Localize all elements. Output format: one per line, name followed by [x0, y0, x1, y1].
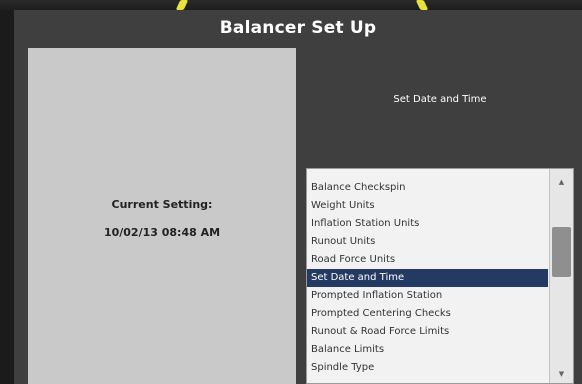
balancer-setup-window: Balancer Set Up Current Setting: 10/02/1… [14, 10, 582, 384]
settings-list-items: Balance Checkspin Weight Units Inflation… [307, 179, 548, 377]
list-item-balance-limits[interactable]: Balance Limits [307, 341, 548, 359]
settings-list-scrollbar[interactable]: ▲ ▼ [549, 169, 573, 383]
list-item-weight-units[interactable]: Weight Units [307, 197, 548, 215]
selected-setting-heading: Set Date and Time [393, 94, 487, 105]
window-title: Balancer Set Up [219, 18, 377, 38]
list-item-prompted-centering-checks[interactable]: Prompted Centering Checks [307, 305, 548, 323]
scrollbar-thumb[interactable] [552, 227, 571, 277]
list-item-inflation-station-units[interactable]: Inflation Station Units [307, 215, 548, 233]
current-setting-label: Current Setting: [111, 198, 213, 211]
list-item-spindle-type[interactable]: Spindle Type [307, 359, 548, 377]
current-setting-panel: Current Setting: 10/02/13 08:48 AM [28, 48, 296, 384]
chevron-down-icon[interactable]: ▼ [550, 367, 573, 381]
list-item-road-force-units[interactable]: Road Force Units [307, 251, 548, 269]
settings-list[interactable]: Balance Checkspin Weight Units Inflation… [306, 168, 574, 384]
list-item-runout-units[interactable]: Runout Units [307, 233, 548, 251]
list-item-balance-checkspin[interactable]: Balance Checkspin [307, 179, 548, 197]
list-item-runout-road-force-limits[interactable]: Runout & Road Force Limits [307, 323, 548, 341]
list-item-prompted-inflation-station[interactable]: Prompted Inflation Station [307, 287, 548, 305]
current-setting-value: 10/02/13 08:48 AM [103, 226, 221, 239]
chevron-up-icon[interactable]: ▲ [550, 175, 573, 189]
screen-bezel [0, 0, 582, 10]
list-item-set-date-and-time[interactable]: Set Date and Time [307, 269, 548, 287]
